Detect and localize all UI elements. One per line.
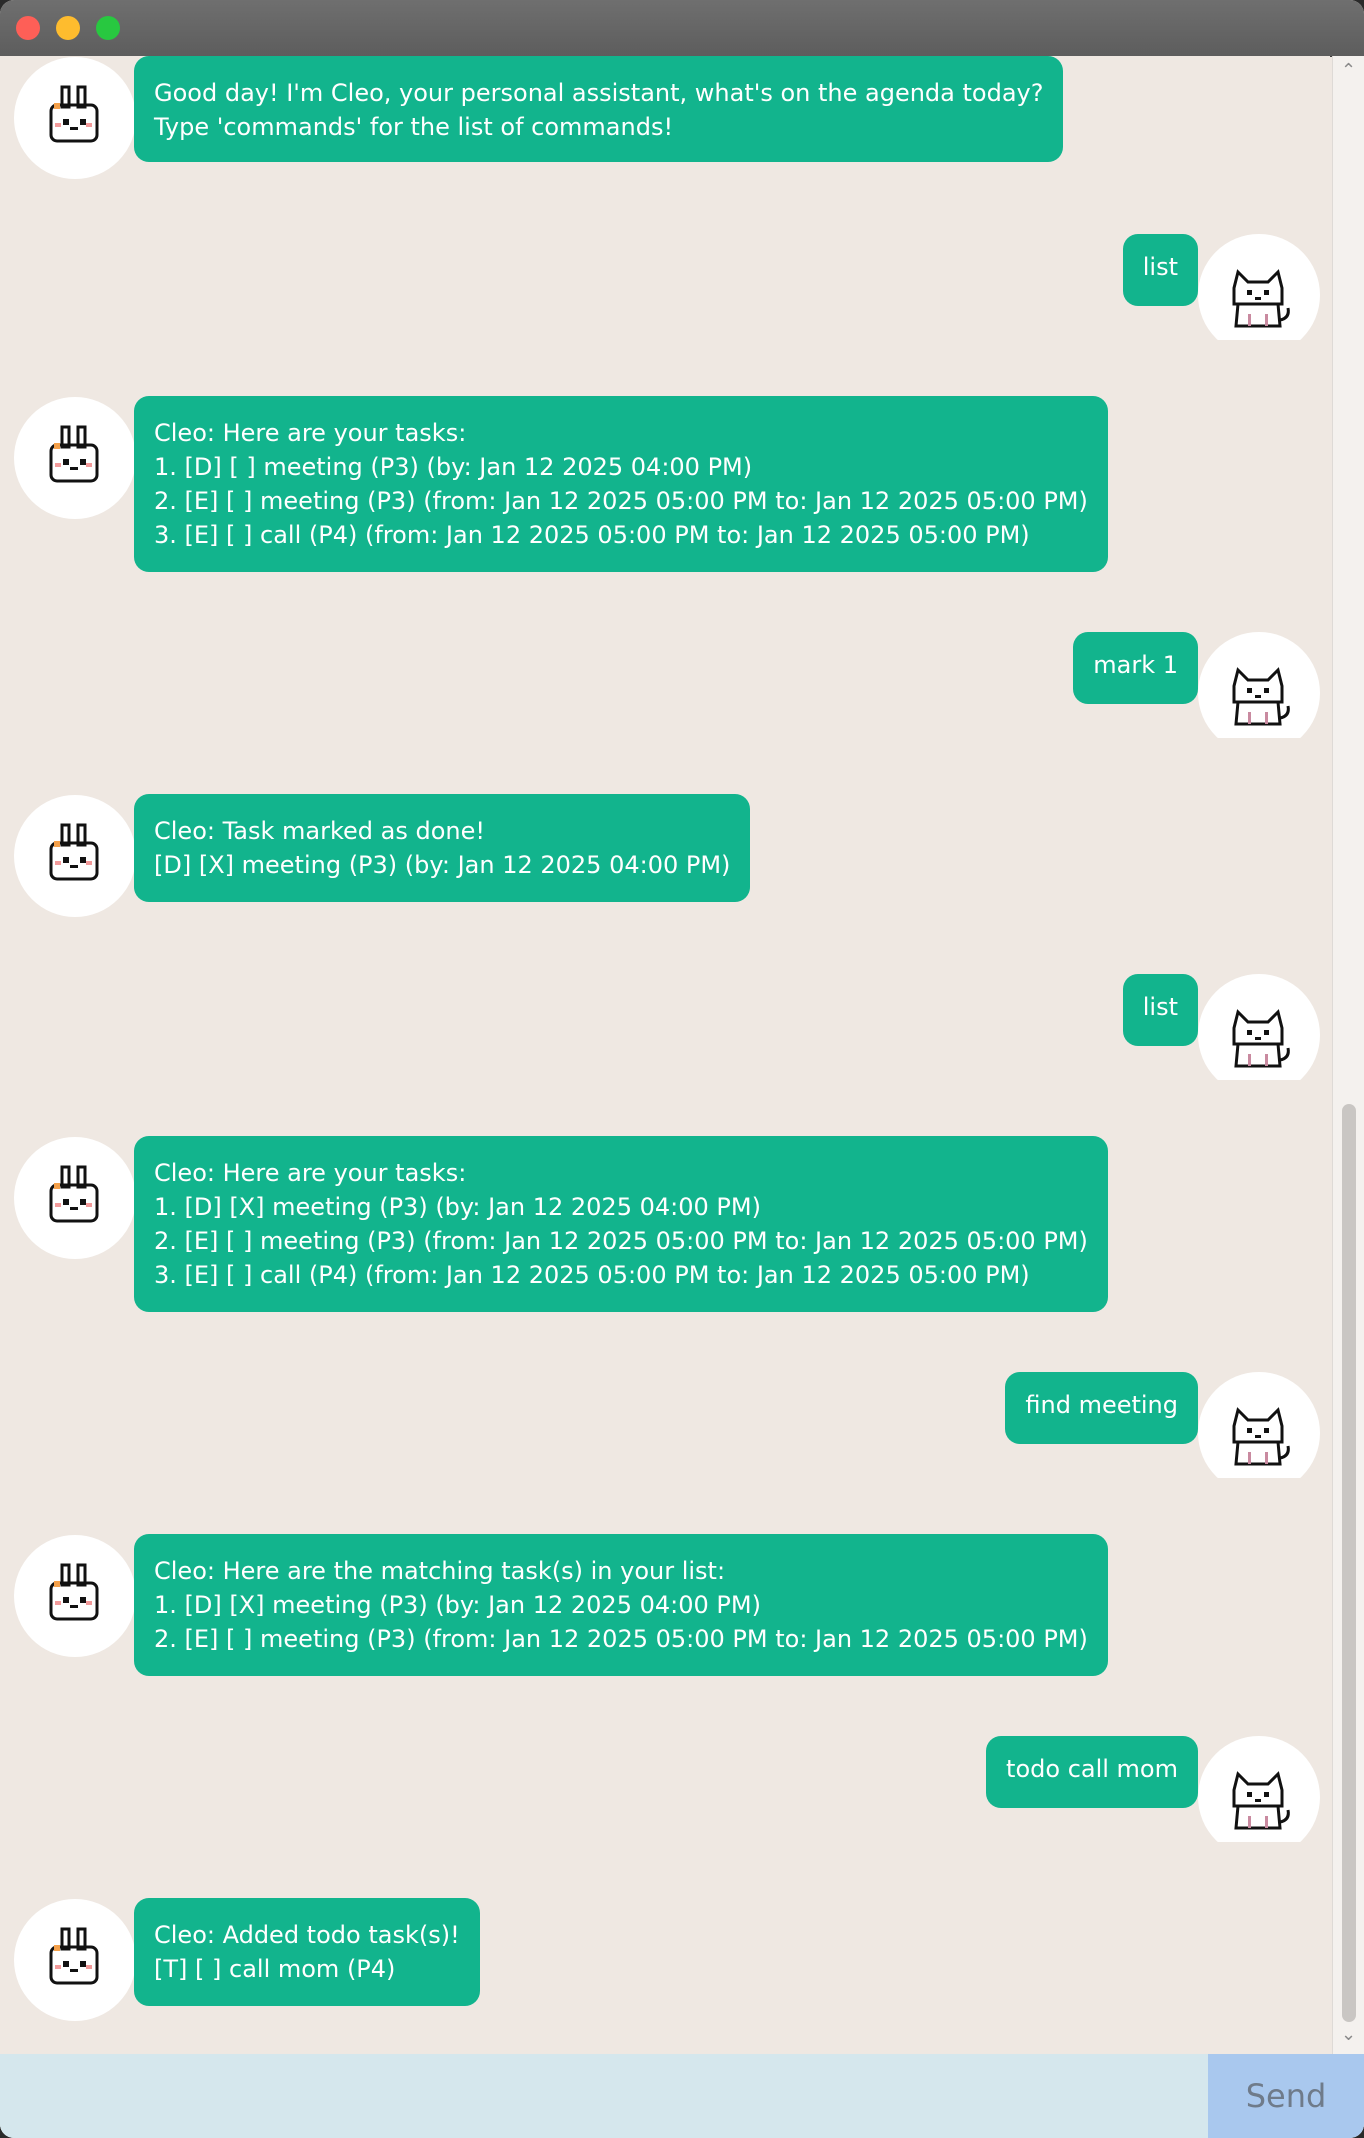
cat-avatar [1198, 632, 1320, 738]
user-message-bubble: list [1122, 974, 1198, 1046]
cat-avatar [1198, 234, 1320, 340]
bot-message-bubble: Cleo: Here are the matching task(s) in y… [134, 1534, 1108, 1676]
bunny-avatar [14, 1137, 136, 1259]
cat-icon [1232, 1009, 1290, 1068]
cat-avatar [1198, 1736, 1320, 1842]
bunny-avatar [14, 57, 136, 179]
zoom-window-button[interactable] [96, 16, 120, 40]
vertical-scrollbar[interactable]: ⌃ ⌄ [1332, 56, 1364, 2054]
bunny-avatar [14, 397, 136, 519]
bunny-icon [49, 823, 99, 881]
title-bar [0, 0, 1364, 57]
bot-message-bubble: Cleo: Here are your tasks: 1. [D] [ ] me… [134, 396, 1108, 572]
chat-scroll-pane[interactable]: Good day! I'm Cleo, your personal assist… [0, 56, 1330, 2054]
cat-avatar [1198, 1372, 1320, 1478]
user-message-bubble: list [1122, 234, 1198, 306]
cat-icon [1232, 1407, 1290, 1466]
bunny-icon [49, 85, 99, 143]
cat-icon [1232, 269, 1290, 328]
cat-avatar [1198, 974, 1320, 1080]
scrollbar-thumb[interactable] [1342, 1104, 1356, 2022]
bot-message-bubble: Cleo: Added todo task(s)! [T] [ ] call m… [134, 1898, 480, 2006]
user-message-bubble: todo call mom [986, 1736, 1198, 1808]
user-message-bubble: mark 1 [1073, 632, 1198, 704]
bot-message-bubble: Cleo: Here are your tasks: 1. [D] [X] me… [134, 1136, 1108, 1312]
cat-icon [1232, 667, 1290, 726]
user-message-bubble: find meeting [1005, 1372, 1198, 1444]
bunny-icon [49, 425, 99, 483]
bunny-icon [49, 1563, 99, 1621]
scroll-up-arrow-icon[interactable]: ⌃ [1341, 62, 1356, 80]
bunny-avatar [14, 795, 136, 917]
bot-message-bubble: Cleo: Task marked as done! [D] [X] meeti… [134, 794, 751, 902]
bot-message-bubble: Good day! I'm Cleo, your personal assist… [134, 56, 1064, 162]
scroll-down-arrow-icon[interactable]: ⌄ [1341, 2026, 1356, 2044]
send-button[interactable]: Send [1208, 2054, 1364, 2138]
bunny-avatar [14, 1535, 136, 1657]
user-input-field[interactable] [0, 2054, 1208, 2138]
minimize-window-button[interactable] [56, 16, 80, 40]
app-window: Good day! I'm Cleo, your personal assist… [0, 0, 1364, 2138]
input-bar: Send [0, 2054, 1364, 2138]
bunny-avatar [14, 1899, 136, 2021]
cat-icon [1232, 1771, 1290, 1830]
bunny-icon [49, 1927, 99, 1985]
close-window-button[interactable] [16, 16, 40, 40]
bunny-icon [49, 1165, 99, 1223]
